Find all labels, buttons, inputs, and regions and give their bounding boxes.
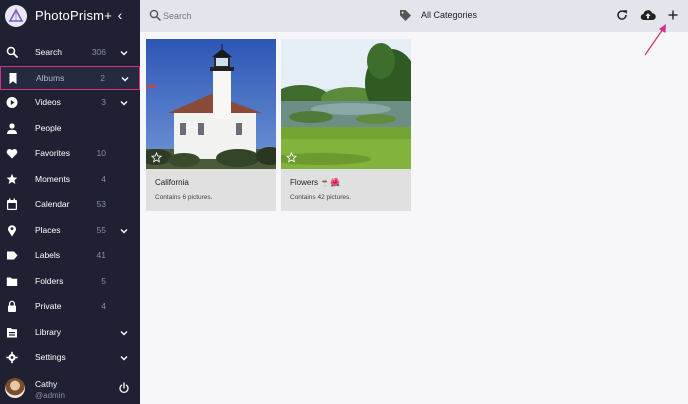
search-icon	[6, 46, 18, 58]
sidebar-item-settings[interactable]: Settings	[0, 346, 140, 370]
sidebar-item-count: 2	[100, 73, 105, 83]
refresh-icon[interactable]	[615, 8, 629, 22]
library-icon	[7, 328, 17, 338]
collapse-sidebar-icon[interactable]: ‹	[113, 6, 127, 24]
app-name: PhotoPrism+	[35, 8, 112, 23]
favorite-star-icon[interactable]	[151, 152, 162, 163]
brand: PhotoPrism+ ‹	[0, 0, 140, 32]
sidebar-item-count: 5	[101, 276, 106, 286]
sidebar-item-library[interactable]: Library	[0, 321, 140, 345]
chevron-down-icon[interactable]	[119, 353, 129, 363]
user-role: @admin	[35, 391, 65, 400]
sidebar-item-people[interactable]: People	[0, 117, 140, 141]
sidebar-item-search[interactable]: Search 306	[0, 41, 140, 65]
sidebar-item-private[interactable]: Private 4	[0, 295, 140, 319]
search-icon[interactable]	[149, 9, 161, 21]
star-icon	[6, 173, 18, 184]
lock-icon	[8, 300, 16, 312]
search-input[interactable]	[163, 9, 363, 23]
tag-icon	[400, 10, 411, 21]
play-circle-icon	[6, 97, 18, 108]
bookmark-icon	[9, 73, 17, 84]
heart-icon	[6, 149, 18, 159]
album-card[interactable]: California Contains 6 pictures.	[146, 39, 276, 211]
add-icon[interactable]	[666, 8, 680, 22]
sidebar-item-videos[interactable]: Videos 3	[0, 91, 140, 115]
calendar-icon	[7, 198, 17, 210]
chevron-down-icon[interactable]	[120, 74, 130, 84]
sidebar-item-count: 10	[96, 148, 106, 158]
chevron-down-icon[interactable]	[119, 328, 129, 338]
album-subtitle: Contains 42 pictures.	[290, 194, 352, 201]
sidebar-item-label: Library	[35, 327, 61, 337]
album-subtitle: Contains 6 pictures.	[155, 194, 213, 201]
map-pin-icon	[8, 225, 16, 237]
sidebar-item-calendar[interactable]: Calendar 53	[0, 193, 140, 217]
label-icon	[7, 251, 18, 260]
album-title: California	[155, 178, 189, 187]
favorite-star-icon[interactable]	[286, 152, 297, 163]
sidebar-item-label: Search	[35, 47, 62, 57]
sidebar-item-label: People	[35, 123, 62, 133]
sidebar-item-places[interactable]: Places 55	[0, 219, 140, 243]
sidebar-item-label: Videos	[35, 97, 61, 107]
sidebar-item-labels[interactable]: Labels 41	[0, 244, 140, 268]
sidebar-item-label: Albums	[36, 73, 65, 83]
sidebar-item-label: Favorites	[35, 148, 70, 158]
sidebar-item-label: Folders	[35, 276, 64, 286]
album-card[interactable]: Flowers ☕🌺 Contains 42 pictures.	[281, 39, 411, 211]
sidebar-item-count: 41	[96, 250, 106, 260]
toolbar: All Categories	[140, 0, 688, 32]
sidebar-item-moments[interactable]: Moments 4	[0, 168, 140, 192]
sidebar: PhotoPrism+ ‹ Search 306 Albums 2 Videos 3 Peo…	[0, 0, 140, 404]
chevron-down-icon[interactable]	[119, 226, 129, 236]
sidebar-item-count: 306	[91, 47, 106, 57]
chevron-down-icon[interactable]	[119, 98, 129, 108]
sidebar-item-label: Settings	[35, 352, 66, 362]
sidebar-item-label: Moments	[35, 174, 70, 184]
sidebar-item-count: 3	[101, 97, 106, 107]
chevron-down-icon[interactable]	[119, 48, 129, 58]
sidebar-item-label: Places	[35, 225, 61, 235]
gear-icon	[6, 351, 18, 364]
album-thumbnail[interactable]	[281, 39, 411, 169]
sidebar-item-folders[interactable]: Folders 5	[0, 270, 140, 294]
person-icon	[7, 123, 17, 134]
sidebar-item-count: 53	[96, 199, 106, 209]
folder-icon	[6, 277, 18, 286]
upload-cloud-icon[interactable]	[640, 8, 656, 22]
sidebar-item-albums[interactable]: Albums 2	[0, 66, 140, 90]
sidebar-item-label: Calendar	[35, 199, 70, 209]
album-title: Flowers ☕🌺	[290, 178, 341, 187]
sidebar-item-count: 55	[96, 225, 106, 235]
avatar[interactable]	[5, 378, 25, 398]
sidebar-item-label: Private	[35, 301, 62, 311]
user-menu[interactable]: Cathy @admin	[0, 372, 140, 404]
album-thumbnail[interactable]	[146, 39, 276, 169]
user-name: Cathy	[35, 379, 58, 389]
power-icon[interactable]	[118, 382, 130, 394]
category-select[interactable]: All Categories	[421, 10, 477, 20]
sidebar-item-count: 4	[101, 301, 106, 311]
sidebar-item-count: 4	[101, 174, 106, 184]
sidebar-item-label: Labels	[35, 250, 61, 260]
photoprism-logo[interactable]	[5, 5, 27, 27]
sidebar-item-favorites[interactable]: Favorites 10	[0, 142, 140, 166]
